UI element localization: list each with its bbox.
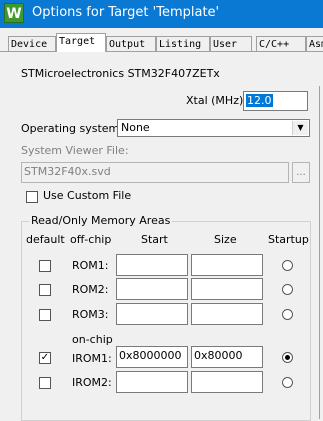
tab-output[interactable]: Output bbox=[106, 36, 156, 51]
tab-c-cpp[interactable]: C/C++ bbox=[256, 36, 306, 51]
rom1-startup-radio[interactable] bbox=[282, 260, 293, 271]
rom3-default-checkbox[interactable] bbox=[39, 309, 51, 321]
os-select[interactable]: None ▼ bbox=[117, 119, 310, 137]
irom2-label: IROM2: bbox=[72, 376, 112, 389]
group-divider bbox=[319, 222, 320, 419]
header-size: Size bbox=[214, 233, 237, 246]
irom2-startup-radio[interactable] bbox=[282, 377, 293, 388]
irom1-startup-radio[interactable] bbox=[282, 352, 293, 363]
rom3-label: ROM3: bbox=[72, 308, 109, 321]
rom2-default-checkbox[interactable] bbox=[39, 284, 51, 296]
svd-input[interactable]: STM32F40x.svd bbox=[21, 162, 289, 183]
device-name: STMicroelectronics STM32F407ZETx bbox=[21, 67, 220, 80]
irom1-size-input[interactable]: 0x80000 bbox=[191, 346, 263, 368]
rom1-size-input[interactable] bbox=[191, 254, 263, 276]
header-offchip: off-chip bbox=[70, 233, 112, 246]
keil-uvision-icon: W bbox=[4, 3, 24, 23]
os-value: None bbox=[121, 121, 150, 134]
tab-listing[interactable]: Listing bbox=[156, 36, 210, 51]
rom3-startup-radio[interactable] bbox=[282, 309, 293, 320]
title-bar: W Options for Target 'Template' bbox=[0, 0, 323, 28]
os-label: Operating system: bbox=[21, 122, 123, 135]
use-custom-file-checkbox[interactable] bbox=[26, 191, 38, 203]
tab-device[interactable]: Device bbox=[8, 36, 56, 51]
use-custom-file-label: Use Custom File bbox=[43, 189, 132, 202]
tab-user[interactable]: User bbox=[210, 36, 252, 51]
irom1-default-checkbox[interactable]: ✓ bbox=[39, 352, 51, 364]
header-start: Start bbox=[141, 233, 168, 246]
xtal-input[interactable]: 12.0 bbox=[243, 91, 308, 111]
rom1-default-checkbox[interactable] bbox=[39, 260, 51, 272]
panel-divider bbox=[319, 86, 320, 226]
rom1-start-input[interactable] bbox=[116, 254, 188, 276]
svd-browse-button[interactable]: ... bbox=[292, 162, 310, 183]
rom2-start-input[interactable] bbox=[116, 278, 188, 300]
tab-target[interactable]: Target bbox=[56, 33, 106, 52]
irom1-label: IROM1: bbox=[72, 352, 112, 365]
rom3-start-input[interactable] bbox=[116, 303, 188, 325]
header-startup: Startup bbox=[268, 233, 309, 246]
chevron-down-icon[interactable]: ▼ bbox=[292, 121, 308, 135]
irom2-size-input[interactable] bbox=[191, 371, 263, 393]
rom2-label: ROM2: bbox=[72, 283, 109, 296]
window-title: Options for Target 'Template' bbox=[32, 5, 220, 20]
tab-asm[interactable]: Asm bbox=[306, 36, 323, 51]
irom1-start-input[interactable]: 0x8000000 bbox=[116, 346, 188, 368]
xtal-value: 12.0 bbox=[246, 94, 273, 107]
rom1-label: ROM1: bbox=[72, 259, 109, 272]
svd-label: System Viewer File: bbox=[21, 144, 129, 157]
irom2-default-checkbox[interactable] bbox=[39, 377, 51, 389]
tab-strip: Device Target Output Listing User C/C++ … bbox=[0, 28, 323, 52]
svd-value: STM32F40x.svd bbox=[24, 165, 111, 178]
rom-group-title: Read/Only Memory Areas bbox=[29, 214, 173, 227]
onchip-label: on-chip bbox=[72, 333, 113, 346]
rom2-startup-radio[interactable] bbox=[282, 284, 293, 295]
rom3-size-input[interactable] bbox=[191, 303, 263, 325]
irom2-start-input[interactable] bbox=[116, 371, 188, 393]
xtal-label: Xtal (MHz): bbox=[186, 94, 247, 107]
header-default: default bbox=[26, 233, 65, 246]
rom2-size-input[interactable] bbox=[191, 278, 263, 300]
